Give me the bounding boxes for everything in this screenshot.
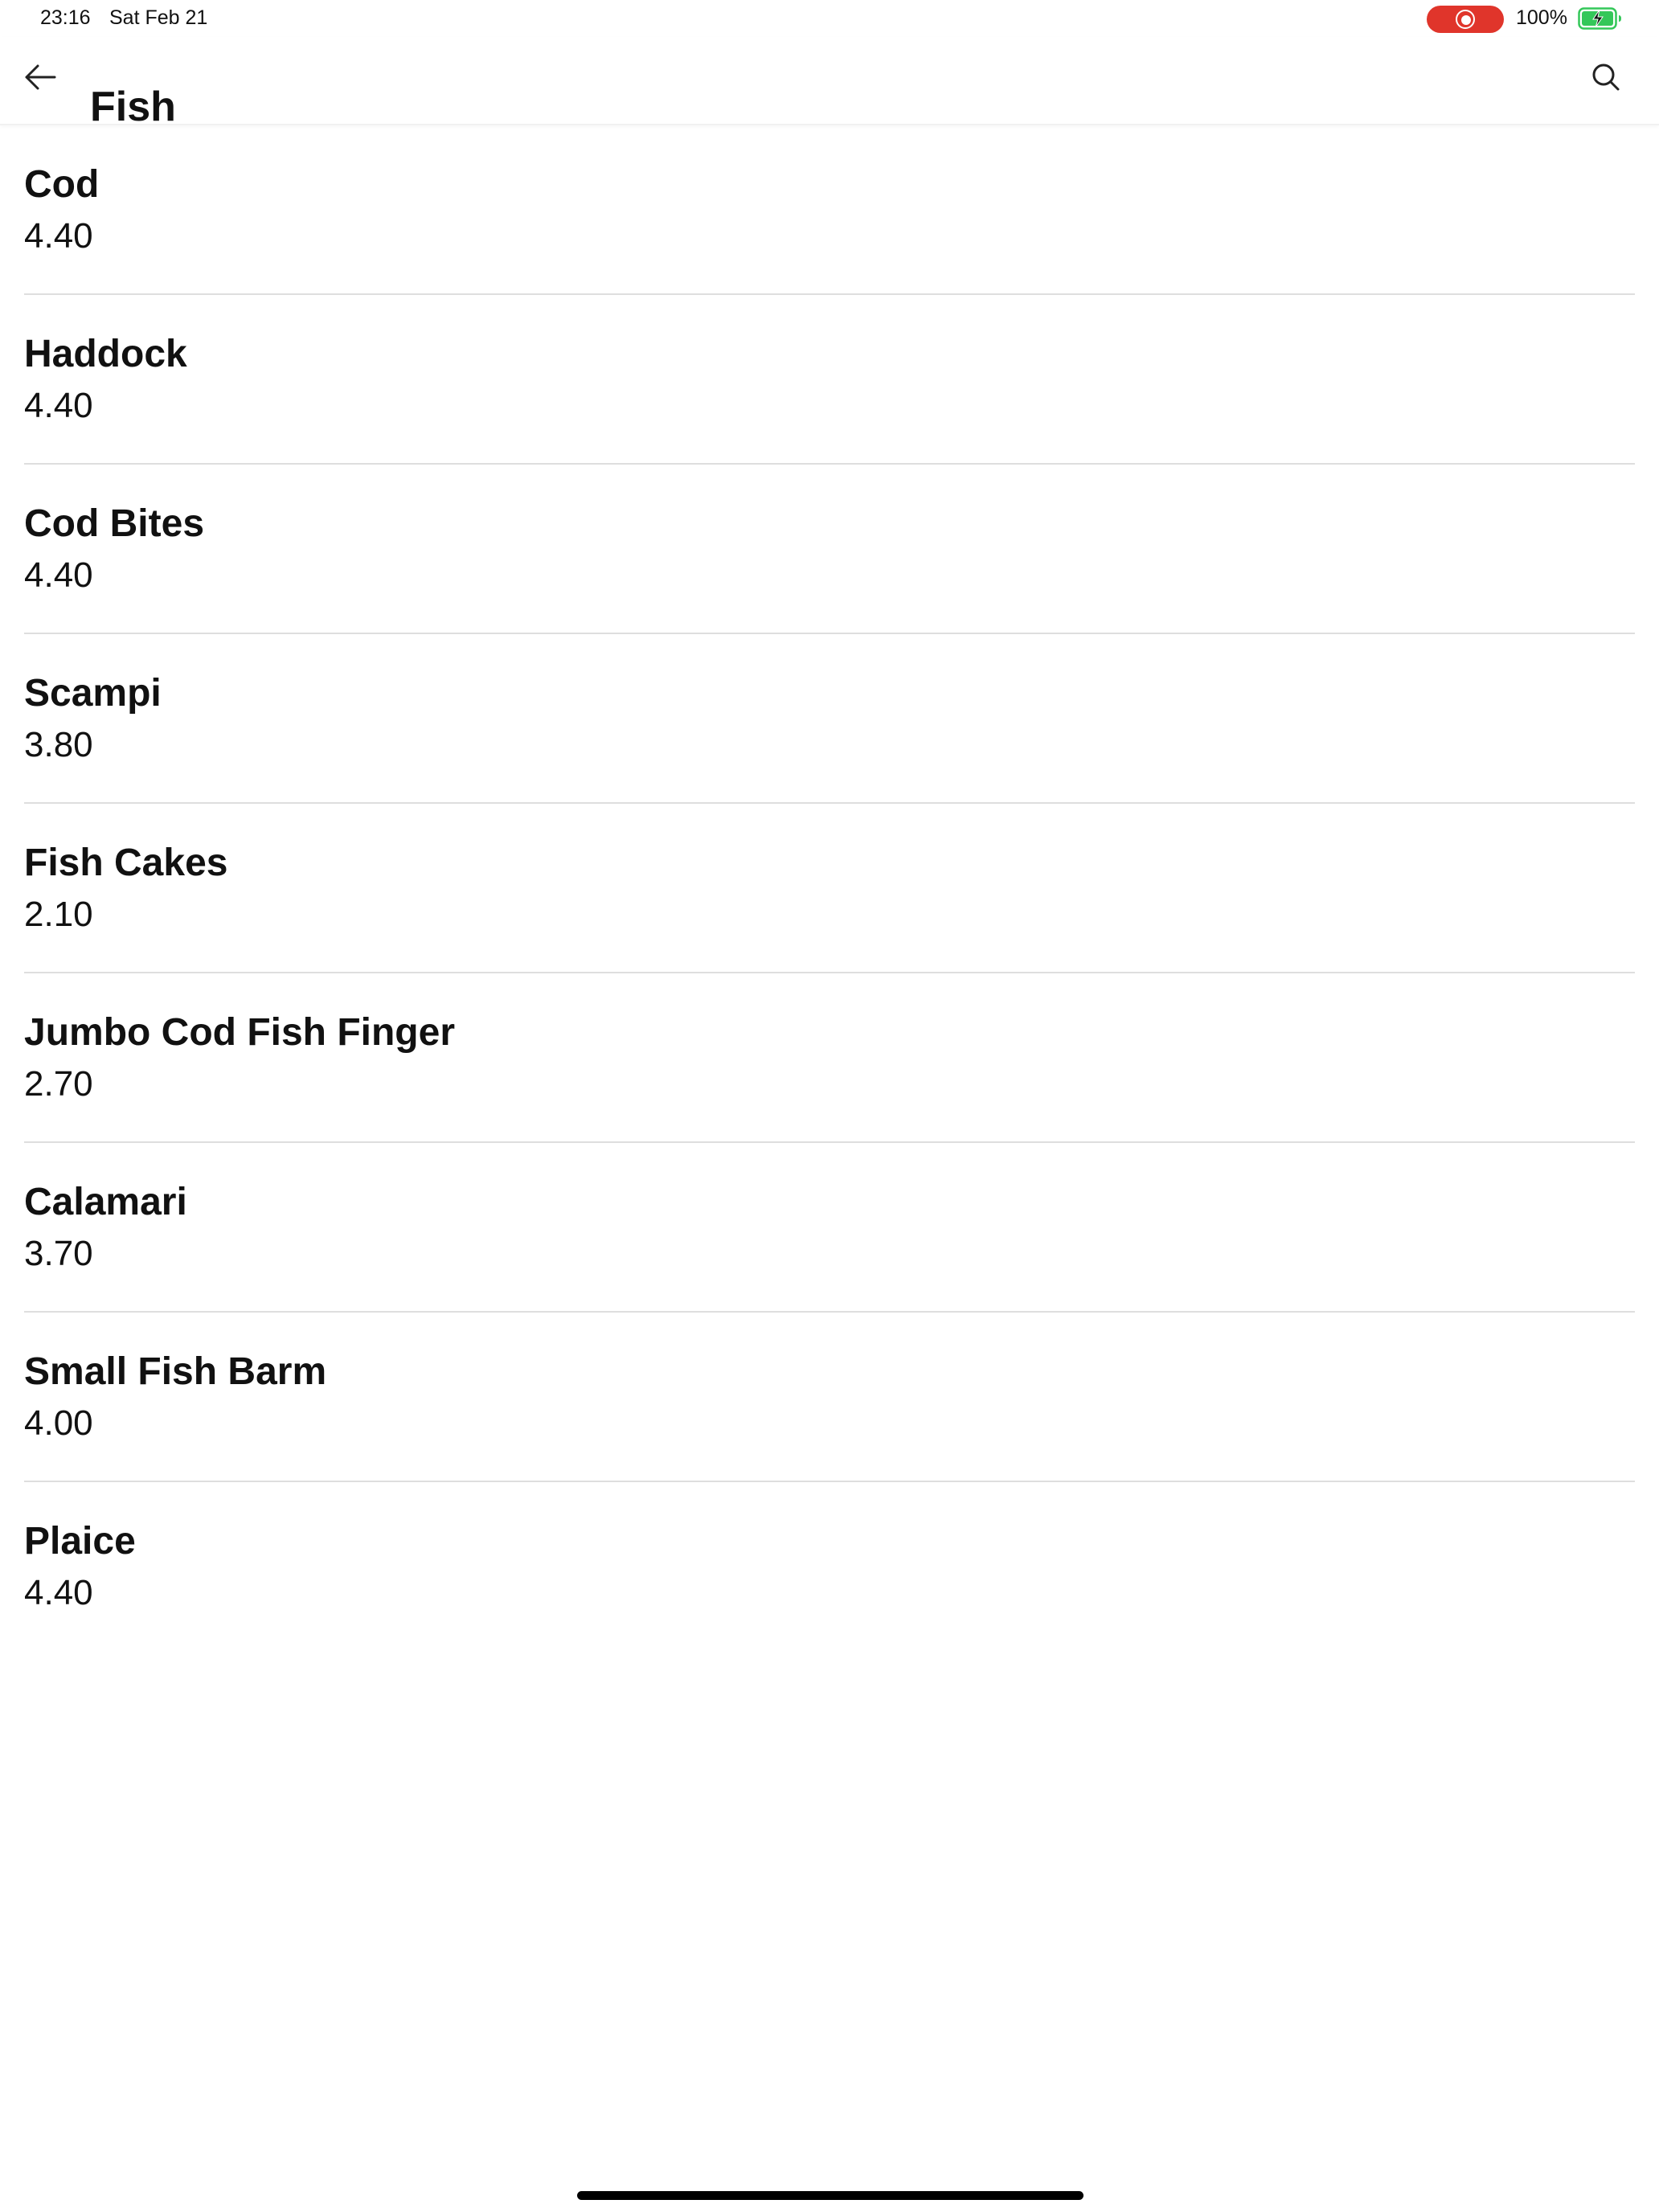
item-name: Fish Cakes	[24, 842, 228, 884]
item-price: 4.40	[24, 216, 93, 256]
list-item[interactable]: Calamari 3.70	[24, 1143, 1635, 1313]
status-time: 23:16	[40, 6, 91, 29]
list-item[interactable]: Jumbo Cod Fish Finger 2.70	[24, 973, 1635, 1143]
search-button[interactable]	[1580, 53, 1632, 104]
battery-percent: 100%	[1516, 6, 1567, 29]
item-name: Calamari	[24, 1181, 187, 1223]
item-price: 4.40	[24, 386, 93, 425]
item-name: Scampi	[24, 672, 162, 715]
list-item[interactable]: Haddock 4.40	[24, 295, 1635, 465]
app-header: Fish	[0, 37, 1659, 130]
item-price: 4.00	[24, 1403, 93, 1443]
back-button[interactable]	[14, 53, 66, 104]
list-item[interactable]: Fish Cakes 2.10	[24, 804, 1635, 973]
list-item[interactable]: Cod 4.40	[24, 125, 1635, 295]
status-bar: 23:16 Sat Feb 21 100%	[0, 0, 1659, 37]
home-indicator[interactable]	[577, 2191, 1083, 2200]
item-name: Cod	[24, 163, 100, 206]
item-price: 4.40	[24, 1573, 93, 1612]
battery-charging-icon	[1578, 7, 1623, 34]
item-name: Haddock	[24, 333, 187, 375]
item-price: 3.80	[24, 725, 93, 764]
fish-item-list: Cod 4.40 Haddock 4.40 Cod Bites 4.40 Sca…	[24, 125, 1635, 1650]
item-name: Cod Bites	[24, 502, 205, 545]
item-name: Jumbo Cod Fish Finger	[24, 1011, 455, 1054]
search-icon	[1591, 63, 1620, 96]
screen-recording-icon[interactable]	[1427, 6, 1504, 33]
item-price: 4.40	[24, 555, 93, 595]
item-name: Small Fish Barm	[24, 1350, 327, 1393]
list-item[interactable]: Small Fish Barm 4.00	[24, 1313, 1635, 1482]
list-item[interactable]: Scampi 3.80	[24, 634, 1635, 804]
item-price: 2.10	[24, 895, 93, 934]
list-item[interactable]: Cod Bites 4.40	[24, 465, 1635, 634]
status-date: Sat Feb 21	[109, 6, 208, 29]
item-name: Plaice	[24, 1520, 136, 1563]
item-price: 2.70	[24, 1064, 93, 1104]
item-price: 3.70	[24, 1234, 93, 1273]
list-item[interactable]: Plaice 4.40	[24, 1482, 1635, 1650]
arrow-left-icon	[24, 63, 56, 95]
